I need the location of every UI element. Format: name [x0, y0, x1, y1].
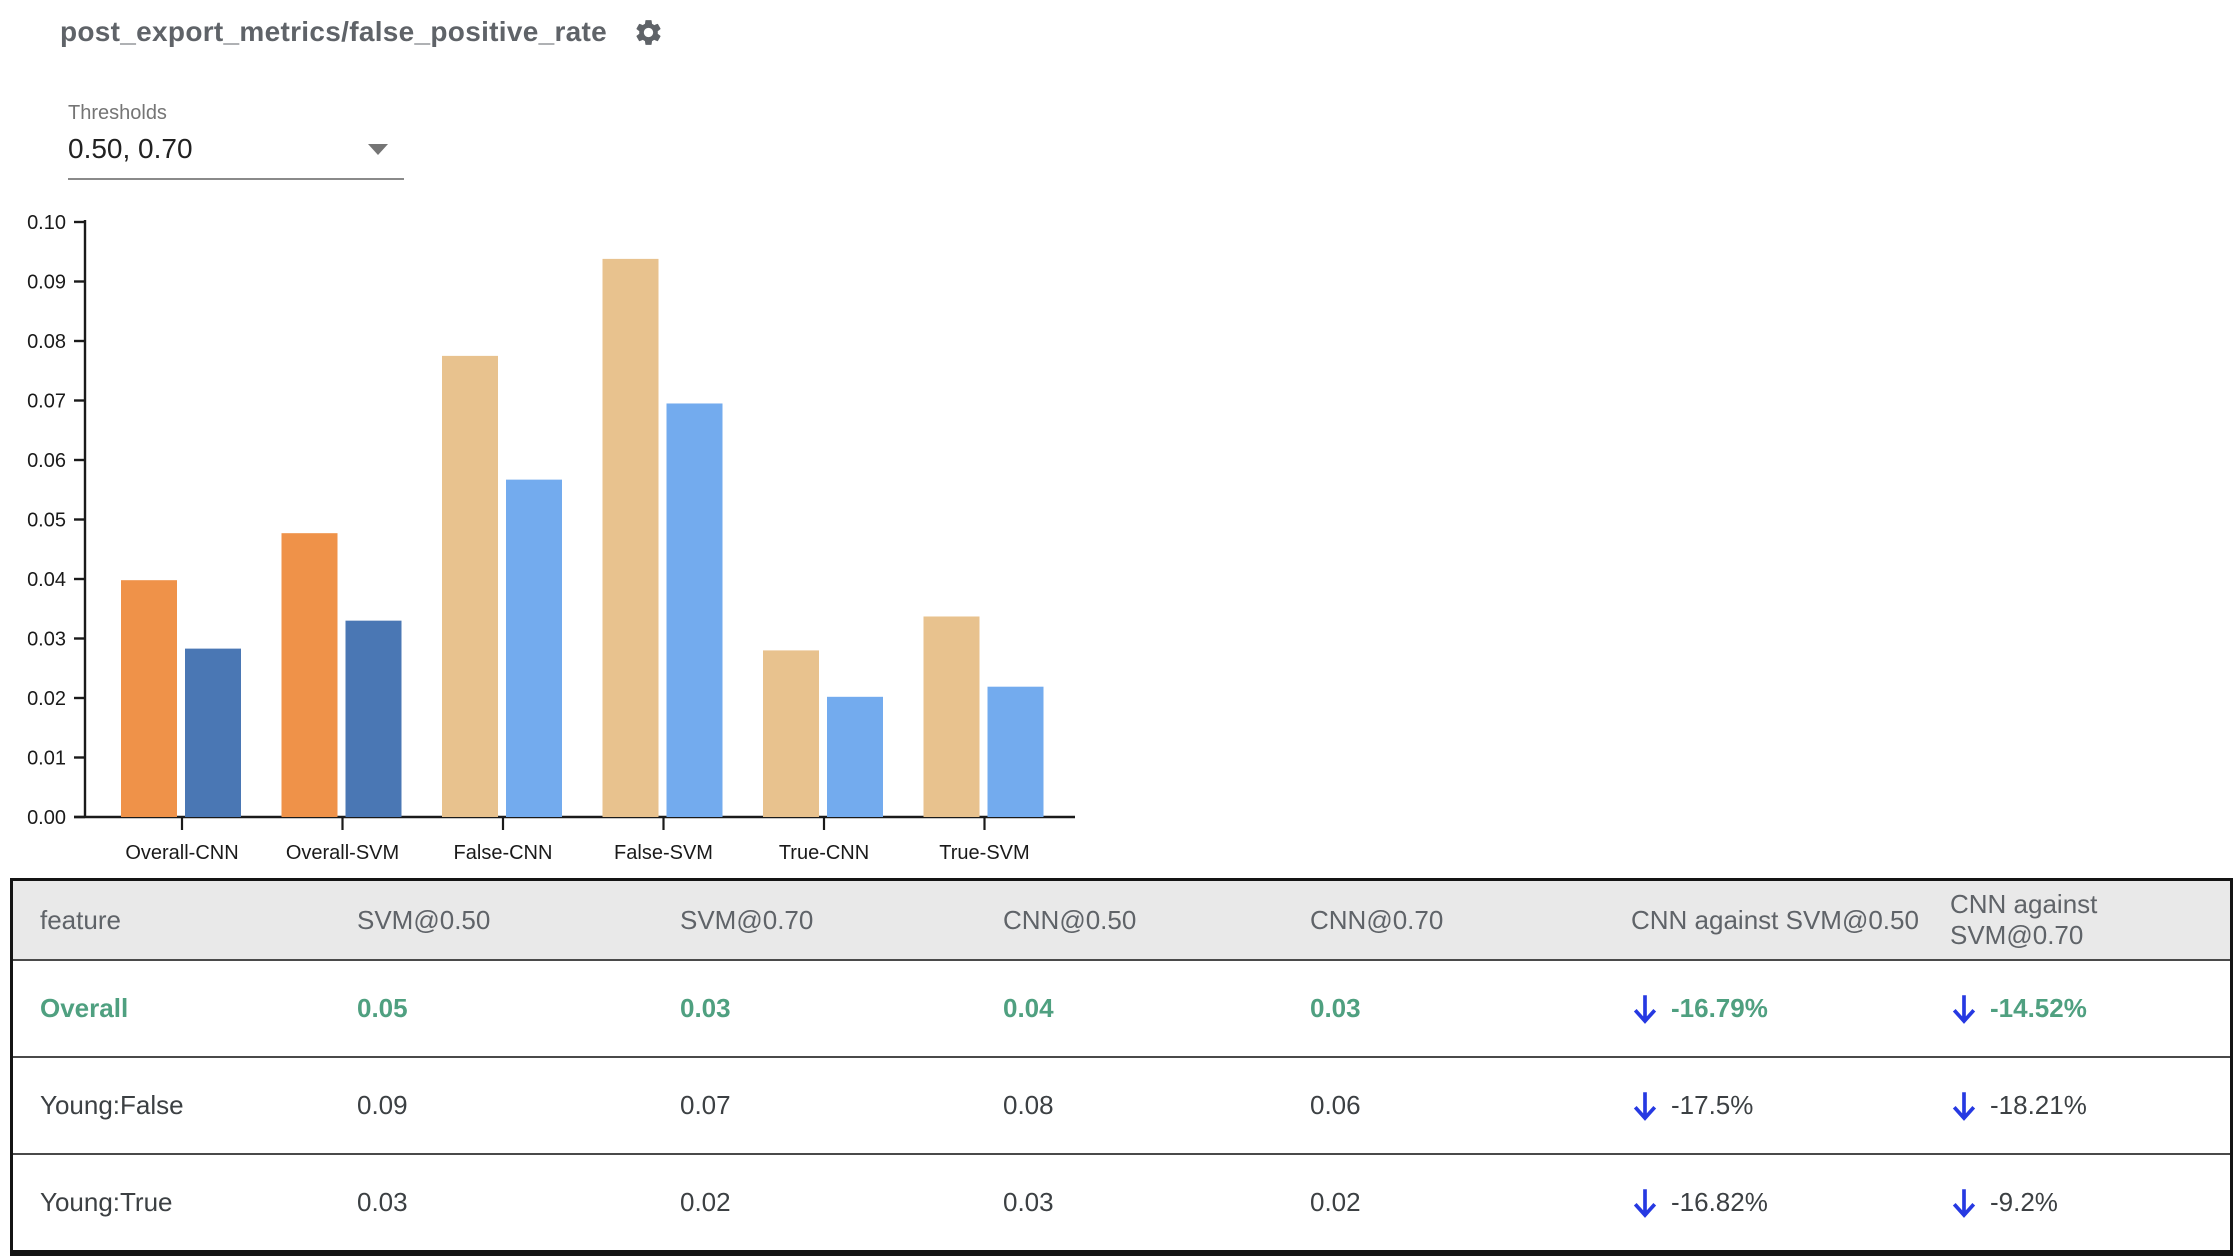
arrow-down-icon — [1633, 1092, 1657, 1121]
delta-cell: -16.82% — [1631, 1155, 1950, 1250]
y-tick-label: 0.01 — [27, 748, 66, 770]
x-category-label: False-CNN — [454, 842, 553, 864]
bar-True-SVM-threshold0.70 — [987, 686, 1044, 817]
arrow-down-icon — [1633, 995, 1657, 1024]
bar-True-CNN-threshold0.70 — [827, 696, 883, 817]
table-row-young-false: Young:False 0.09 0.07 0.08 0.06 -17.5% -… — [13, 1056, 2230, 1153]
y-tick-label: 0.08 — [27, 331, 66, 353]
delta-value: -16.79% — [1671, 993, 1768, 1023]
x-category-label: True-SVM — [939, 842, 1029, 864]
x-category-label: False-SVM — [614, 842, 713, 864]
y-tick-label: 0.10 — [27, 212, 66, 234]
metric-cell: 0.06 — [1310, 1090, 1361, 1120]
metric-cell: 0.03 — [1310, 993, 1361, 1023]
y-tick-label: 0.02 — [27, 688, 66, 710]
metric-cell: 0.08 — [1003, 1090, 1054, 1120]
x-category-label: Overall-CNN — [125, 842, 238, 864]
bar-Overall-CNN-threshold0.50 — [121, 580, 177, 817]
page-title: post_export_metrics/false_positive_rate — [60, 16, 608, 47]
y-tick-label: 0.03 — [27, 629, 66, 651]
column-header-cnn-050: CNN@0.50 — [1003, 904, 1137, 935]
arrow-down-icon — [1633, 1189, 1657, 1218]
delta-cell: -18.21% — [1950, 1058, 2230, 1153]
table-header-row: feature SVM@0.50 SVM@0.70 CNN@0.50 CNN@0… — [13, 881, 2230, 959]
feature-cell: Young:False — [40, 1090, 184, 1120]
dropdown-arrow-icon[interactable] — [368, 143, 388, 155]
metric-cell: 0.05 — [357, 993, 408, 1023]
feature-cell: Young:True — [40, 1187, 173, 1217]
bar-True-SVM-threshold0.50 — [923, 616, 980, 817]
metric-header: post_export_metrics/false_positive_rate — [60, 16, 664, 48]
y-tick-label: 0.06 — [27, 450, 66, 472]
arrow-down-icon — [1952, 1189, 1976, 1218]
bar-Overall-CNN-threshold0.70 — [185, 648, 241, 817]
y-tick-label: 0.05 — [27, 510, 66, 532]
bar-Overall-SVM-threshold0.70 — [345, 620, 402, 817]
x-category-label: Overall-SVM — [286, 842, 399, 864]
column-header-cnn-070: CNN@0.70 — [1310, 904, 1444, 935]
arrow-down-icon — [1952, 995, 1976, 1024]
delta-cell: -14.52% — [1950, 961, 2230, 1056]
metric-cell: 0.03 — [357, 1187, 408, 1217]
y-tick-label: 0.00 — [27, 807, 66, 829]
x-category-label: True-CNN — [779, 842, 869, 864]
y-tick-label: 0.09 — [27, 272, 66, 294]
metric-cell: 0.02 — [680, 1187, 731, 1217]
metric-cell: 0.07 — [680, 1090, 731, 1120]
thresholds-dropdown[interactable]: Thresholds 0.50, 0.70 — [68, 102, 404, 180]
metric-cell: 0.09 — [357, 1090, 408, 1120]
thresholds-label: Thresholds — [68, 102, 167, 124]
y-tick-label: 0.07 — [27, 391, 66, 413]
bar-False-CNN-threshold0.70 — [506, 479, 562, 817]
bar-Overall-SVM-threshold0.50 — [281, 533, 338, 817]
column-header-svm-070: SVM@0.70 — [680, 904, 814, 935]
delta-value: -16.82% — [1671, 1187, 1768, 1217]
delta-value: -18.21% — [1990, 1090, 2087, 1120]
bar-False-CNN-threshold0.50 — [442, 355, 498, 817]
column-header-cnn-vs-svm-070: CNN against SVM@0.70 — [1950, 889, 2098, 950]
metric-cell: 0.03 — [680, 993, 731, 1023]
thresholds-value: 0.50, 0.70 — [68, 133, 193, 164]
metric-cell: 0.04 — [1003, 993, 1054, 1023]
delta-cell: -16.79% — [1631, 961, 1950, 1056]
column-header-cnn-vs-svm-050: CNN against SVM@0.50 — [1631, 904, 1919, 935]
delta-value: -14.52% — [1990, 993, 2087, 1023]
metrics-table: feature SVM@0.50 SVM@0.70 CNN@0.50 CNN@0… — [10, 878, 2233, 1256]
metric-cell: 0.03 — [1003, 1187, 1054, 1217]
bar-True-CNN-threshold0.50 — [763, 650, 819, 817]
table-row-young-true: Young:True 0.03 0.02 0.03 0.02 -16.82% -… — [13, 1153, 2230, 1250]
metric-cell: 0.02 — [1310, 1187, 1361, 1217]
bar-False-SVM-threshold0.50 — [602, 258, 659, 817]
delta-value: -9.2% — [1990, 1187, 2058, 1217]
column-header-feature: feature — [40, 904, 121, 935]
bar-False-SVM-threshold0.70 — [666, 403, 723, 817]
table-row-overall: Overall 0.05 0.03 0.04 0.03 -16.79% -14.… — [13, 959, 2230, 1056]
y-tick-label: 0.04 — [27, 569, 66, 591]
column-header-svm-050: SVM@0.50 — [357, 904, 491, 935]
settings-gear-icon[interactable] — [633, 17, 664, 48]
delta-cell: -9.2% — [1950, 1155, 2230, 1250]
delta-cell: -17.5% — [1631, 1058, 1950, 1153]
false-positive-rate-bar-chart: 0.00 0.01 0.02 0.03 0.04 0.05 0.06 0.07 0.08 0.09… — [27, 212, 1075, 864]
arrow-down-icon — [1952, 1092, 1976, 1121]
delta-value: -17.5% — [1671, 1090, 1754, 1120]
feature-cell: Overall — [40, 993, 129, 1023]
